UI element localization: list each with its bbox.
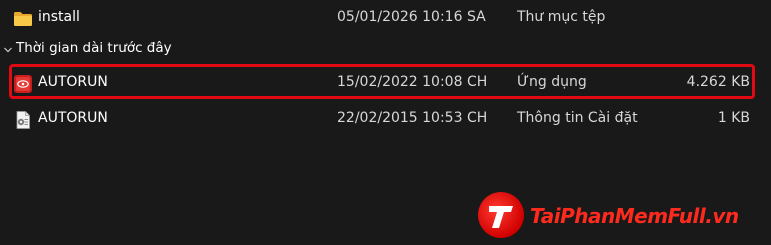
file-size: 1 KB	[717, 110, 750, 126]
group-header-long-ago[interactable]: Thời gian dài trước đây	[0, 38, 771, 60]
file-type: Thông tin Cài đặt	[517, 110, 638, 126]
file-date-modified: 05/01/2026 10:16 SA	[337, 9, 486, 25]
file-explorer-list: install 05/01/2026 10:16 SA Thư mục tệp …	[0, 0, 771, 245]
file-row-install[interactable]: install 05/01/2026 10:16 SA Thư mục tệp	[0, 3, 771, 33]
chevron-down-icon[interactable]	[3, 43, 13, 53]
watermark-t-icon	[478, 192, 524, 238]
file-name: AUTORUN	[38, 110, 108, 126]
watermark-logo: TaiPhanMemFull.vn	[474, 190, 766, 242]
file-type: Thư mục tệp	[517, 9, 606, 25]
highlight-box	[9, 64, 755, 99]
file-name: install	[38, 9, 80, 25]
setup-info-file-icon	[13, 110, 33, 130]
group-header-label: Thời gian dài trước đây	[16, 40, 172, 56]
file-date-modified: 22/02/2015 10:53 CH	[337, 110, 488, 126]
watermark-text: TaiPhanMemFull.vn	[530, 204, 739, 228]
folder-icon	[13, 9, 33, 29]
file-row-autorun-inf[interactable]: AUTORUN 22/02/2015 10:53 CH Thông tin Cà…	[0, 104, 771, 134]
